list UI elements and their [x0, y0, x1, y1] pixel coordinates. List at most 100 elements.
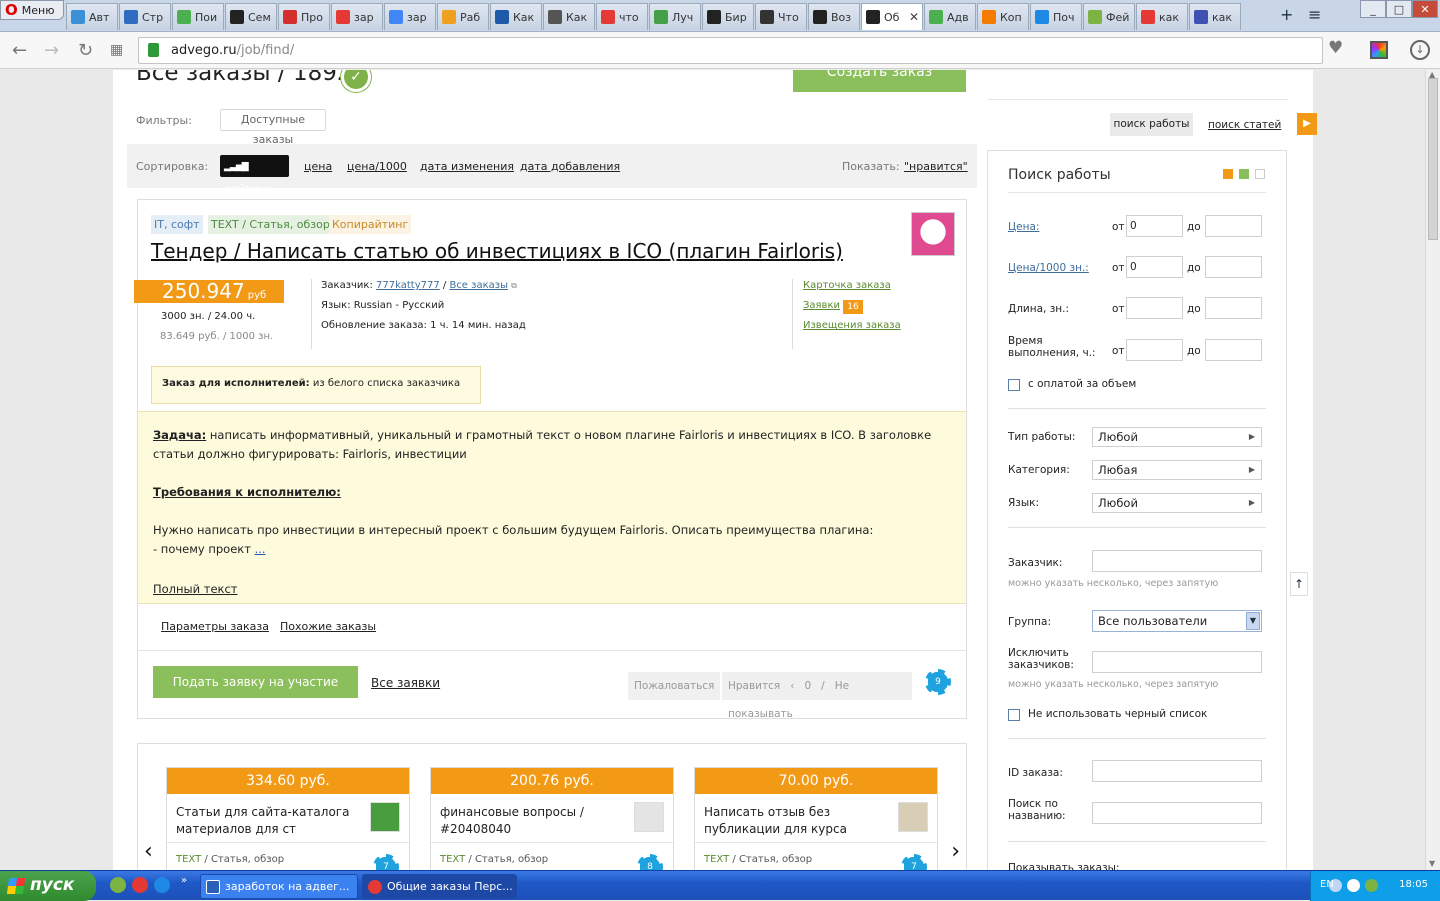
- price-from-input[interactable]: 0: [1126, 215, 1183, 237]
- browser-tab[interactable]: Пои: [172, 3, 224, 30]
- carousel-card[interactable]: 334.60 руб. Статьи для сайта-каталога ма…: [166, 767, 410, 870]
- apply-button[interactable]: Подать заявку на участие: [153, 666, 358, 698]
- order-card-link[interactable]: Карточка заказа: [803, 280, 891, 291]
- language-select[interactable]: Любой ▶: [1092, 493, 1262, 513]
- tab-article-search[interactable]: поиск статей: [1208, 119, 1281, 131]
- price-per-1000-label[interactable]: Цена/1000 зн.:: [1008, 262, 1089, 274]
- browser-tab[interactable]: Авт: [66, 3, 118, 30]
- similar-orders-link[interactable]: Похожие заказы: [280, 620, 376, 633]
- all-bids-link[interactable]: Все заявки: [371, 676, 440, 690]
- browser-tab[interactable]: что: [596, 3, 648, 30]
- tab-menu-icon[interactable]: ≡: [1308, 5, 1321, 24]
- customer-avatar[interactable]: [634, 802, 664, 832]
- extension-icon[interactable]: [1370, 41, 1388, 59]
- show-liked-link[interactable]: "нравится": [904, 160, 968, 173]
- group-select[interactable]: Все пользователи ▼: [1092, 610, 1262, 632]
- browser-tab[interactable]: Как: [543, 3, 595, 30]
- like-button[interactable]: Нравится: [728, 680, 780, 692]
- color-green-icon[interactable]: [1239, 169, 1249, 179]
- new-tab-icon[interactable]: +: [1280, 5, 1293, 24]
- customer-avatar[interactable]: [898, 802, 928, 832]
- close-window-button[interactable]: ✕: [1412, 0, 1438, 18]
- order-notices-link[interactable]: Извещения заказа: [803, 320, 901, 331]
- quicklaunch-icon[interactable]: [110, 877, 126, 893]
- opera-quicklaunch-icon[interactable]: [132, 877, 148, 893]
- language-indicator[interactable]: EN: [1320, 879, 1334, 890]
- customer-avatar[interactable]: [911, 212, 955, 256]
- all-orders-link[interactable]: Все заказы: [449, 280, 508, 291]
- speed-dial-icon[interactable]: ▦: [110, 42, 123, 58]
- scroll-up-icon[interactable]: ↑: [1290, 572, 1308, 596]
- carousel-next-icon[interactable]: ›: [951, 839, 960, 864]
- carousel-card[interactable]: 200.76 руб. финансовые вопросы / #204080…: [430, 767, 674, 870]
- customer-input[interactable]: [1092, 550, 1262, 572]
- filter-available-orders[interactable]: Доступные заказы: [220, 109, 326, 146]
- play-arrow-icon[interactable]: ▶: [1297, 113, 1317, 135]
- sort-date-added-link[interactable]: дата добавления: [520, 160, 620, 173]
- more-link[interactable]: ...: [255, 542, 266, 556]
- tray-icon[interactable]: [1365, 879, 1378, 892]
- scrollbar[interactable]: ▲ ▼: [1425, 70, 1440, 870]
- category-select[interactable]: Любая ▶: [1092, 460, 1262, 480]
- price1000-from-input[interactable]: 0: [1126, 256, 1183, 278]
- sort-date-changed-link[interactable]: дата изменения: [420, 160, 514, 173]
- create-order-button[interactable]: Создать заказ: [793, 70, 966, 92]
- expand-icon[interactable]: »: [181, 875, 187, 886]
- name-search-input[interactable]: [1092, 802, 1262, 824]
- browser-tab[interactable]: Луч: [649, 3, 701, 30]
- color-orange-icon[interactable]: [1223, 169, 1233, 179]
- job-title-link[interactable]: Тендер / Написать статью об инвестициях …: [151, 239, 843, 263]
- work-type-select[interactable]: Любой ▶: [1092, 427, 1262, 447]
- tag-type[interactable]: TEXT / Статья, обзор: [208, 215, 333, 234]
- time-from-input[interactable]: [1126, 339, 1183, 361]
- browser-tab[interactable]: зар: [384, 3, 436, 30]
- back-icon[interactable]: ←: [12, 40, 27, 61]
- browser-tab[interactable]: зар: [331, 3, 383, 30]
- browser-tab[interactable]: Сем: [225, 3, 277, 30]
- price1000-to-input[interactable]: [1205, 256, 1262, 278]
- order-id-input[interactable]: [1092, 760, 1262, 782]
- browser-tab[interactable]: Поч: [1030, 3, 1082, 30]
- taskbar-item-opera[interactable]: Общие заказы Перс...: [362, 874, 517, 899]
- time-to-input[interactable]: [1205, 339, 1262, 361]
- length-from-input[interactable]: [1126, 297, 1183, 319]
- sort-price-link[interactable]: цена: [304, 160, 332, 173]
- taskbar-item-word[interactable]: заработок на адвег...: [200, 874, 358, 899]
- forward-icon[interactable]: →: [44, 40, 59, 61]
- length-to-input[interactable]: [1205, 297, 1262, 319]
- browser-tab[interactable]: Бир: [702, 3, 754, 30]
- browser-tab[interactable]: как: [1189, 3, 1241, 30]
- tag-kind[interactable]: Копирайтинг: [329, 215, 412, 234]
- browser-tab[interactable]: Фей: [1083, 3, 1135, 30]
- maximize-button[interactable]: □: [1386, 0, 1412, 18]
- scroll-down-arrow-icon[interactable]: ▼: [1429, 859, 1435, 868]
- carousel-card[interactable]: 70.00 руб. Написать отзыв без публикации…: [694, 767, 938, 870]
- carousel-prev-icon[interactable]: ‹: [144, 839, 153, 864]
- sort-rating-button[interactable]: ▂▃▅▇рейтинг: [220, 155, 289, 195]
- tray-icon[interactable]: [1347, 879, 1360, 892]
- heart-icon[interactable]: ♥: [1328, 38, 1350, 62]
- browser-tab[interactable]: как: [1136, 3, 1188, 30]
- close-tab-icon[interactable]: ✕: [909, 10, 919, 24]
- sort-price-per-1000-link[interactable]: цена/1000: [347, 160, 407, 173]
- browser-tab[interactable]: Раб: [437, 3, 489, 30]
- start-button[interactable]: пуск: [0, 871, 96, 901]
- ie-quicklaunch-icon[interactable]: [154, 877, 170, 893]
- tab-job-search[interactable]: поиск работы: [1110, 113, 1193, 136]
- scrollbar-thumb[interactable]: [1428, 78, 1438, 240]
- opera-menu-button[interactable]: O Меню: [0, 0, 64, 20]
- browser-tab[interactable]: Про: [278, 3, 330, 30]
- download-icon[interactable]: ↓: [1410, 40, 1430, 60]
- reload-icon[interactable]: ↻: [78, 40, 93, 61]
- price-label[interactable]: Цена:: [1008, 221, 1039, 233]
- complain-button[interactable]: Пожаловаться: [628, 672, 721, 700]
- minimize-button[interactable]: _: [1360, 0, 1386, 18]
- browser-tab[interactable]: Адв: [924, 3, 976, 30]
- browser-tab[interactable]: Что: [755, 3, 807, 30]
- customer-avatar[interactable]: [370, 802, 400, 832]
- browser-tab[interactable]: Об ✕: [861, 3, 923, 30]
- order-params-link[interactable]: Параметры заказа: [161, 620, 269, 633]
- full-text-link[interactable]: Полный текст: [153, 580, 238, 599]
- blacklist-checkbox[interactable]: [1008, 709, 1020, 721]
- price-to-input[interactable]: [1205, 215, 1262, 237]
